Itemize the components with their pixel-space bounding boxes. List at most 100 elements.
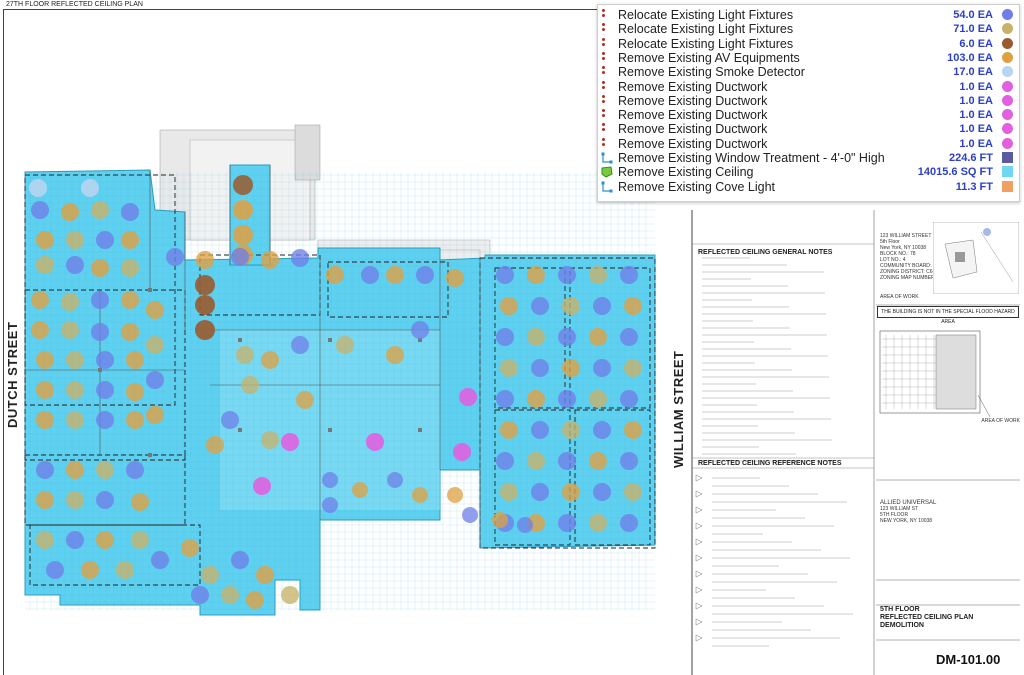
fixture-marker[interactable] — [233, 225, 253, 245]
fixture-marker[interactable] — [146, 301, 164, 319]
fixture-marker[interactable] — [562, 483, 580, 501]
fixture-marker[interactable] — [500, 297, 518, 315]
fixture-marker[interactable] — [322, 497, 338, 513]
fixture-marker[interactable] — [624, 359, 642, 377]
fixture-marker[interactable] — [126, 461, 144, 479]
fixture-marker[interactable] — [131, 493, 149, 511]
fixture-marker[interactable] — [206, 436, 224, 454]
fixture-marker[interactable] — [233, 200, 253, 220]
fixture-marker[interactable] — [281, 586, 299, 604]
fixture-marker[interactable] — [121, 231, 139, 249]
fixture-marker[interactable] — [29, 179, 47, 197]
fixture-marker[interactable] — [624, 297, 642, 315]
fixture-marker[interactable] — [531, 359, 549, 377]
fixture-marker[interactable] — [66, 411, 84, 429]
fixture-marker[interactable] — [146, 406, 164, 424]
fixture-marker[interactable] — [416, 266, 434, 284]
fixture-marker[interactable] — [620, 390, 638, 408]
fixture-marker[interactable] — [256, 566, 274, 584]
fixture-marker[interactable] — [236, 346, 254, 364]
fixture-marker[interactable] — [36, 411, 54, 429]
fixture-marker[interactable] — [589, 328, 607, 346]
fixture-marker[interactable] — [126, 351, 144, 369]
fixture-marker[interactable] — [562, 359, 580, 377]
fixture-marker[interactable] — [131, 531, 149, 549]
fixture-marker[interactable] — [221, 586, 239, 604]
fixture-marker[interactable] — [96, 491, 114, 509]
fixture-marker[interactable] — [462, 507, 478, 523]
fixture-marker[interactable] — [496, 328, 514, 346]
legend-item[interactable]: Remove Existing Cove Light 11.3 FT — [598, 180, 1019, 194]
legend-item[interactable]: Relocate Existing Light Fixtures 71.0 EA — [598, 22, 1019, 36]
fixture-marker[interactable] — [195, 295, 215, 315]
fixture-marker[interactable] — [36, 351, 54, 369]
fixture-marker[interactable] — [558, 514, 576, 532]
fixture-marker[interactable] — [624, 421, 642, 439]
fixture-marker[interactable] — [121, 203, 139, 221]
fixture-marker[interactable] — [500, 483, 518, 501]
legend-item[interactable]: Relocate Existing Light Fixtures 6.0 EA — [598, 37, 1019, 51]
fixture-marker[interactable] — [593, 421, 611, 439]
fixture-marker[interactable] — [261, 251, 279, 269]
fixture-marker[interactable] — [261, 431, 279, 449]
fixture-marker[interactable] — [500, 421, 518, 439]
fixture-marker[interactable] — [91, 259, 109, 277]
fixture-marker[interactable] — [36, 256, 54, 274]
fixture-marker[interactable] — [61, 293, 79, 311]
fixture-marker[interactable] — [126, 383, 144, 401]
fixture-marker[interactable] — [96, 531, 114, 549]
fixture-marker[interactable] — [66, 231, 84, 249]
fixture-marker[interactable] — [66, 381, 84, 399]
fixture-marker[interactable] — [412, 487, 428, 503]
fixture-marker[interactable] — [558, 328, 576, 346]
fixture-marker[interactable] — [231, 248, 249, 266]
fixture-marker[interactable] — [517, 517, 533, 533]
fixture-marker[interactable] — [558, 266, 576, 284]
fixture-marker[interactable] — [96, 461, 114, 479]
legend-item[interactable]: Remove Existing Ductwork 1.0 EA — [598, 108, 1019, 122]
fixture-marker[interactable] — [36, 531, 54, 549]
legend-item[interactable]: Relocate Existing Light Fixtures 54.0 EA — [598, 8, 1019, 22]
fixture-marker[interactable] — [620, 514, 638, 532]
fixture-marker[interactable] — [61, 321, 79, 339]
fixture-marker[interactable] — [531, 483, 549, 501]
fixture-marker[interactable] — [352, 482, 368, 498]
fixture-marker[interactable] — [527, 266, 545, 284]
fixture-marker[interactable] — [453, 443, 471, 461]
fixture-marker[interactable] — [66, 256, 84, 274]
legend-item[interactable]: Remove Existing Window Treatment - 4'-0"… — [598, 151, 1019, 165]
fixture-marker[interactable] — [447, 487, 463, 503]
fixture-marker[interactable] — [531, 297, 549, 315]
fixture-marker[interactable] — [121, 259, 139, 277]
fixture-marker[interactable] — [589, 514, 607, 532]
fixture-marker[interactable] — [589, 452, 607, 470]
fixture-marker[interactable] — [66, 461, 84, 479]
fixture-marker[interactable] — [446, 269, 464, 287]
fixture-marker[interactable] — [558, 452, 576, 470]
fixture-marker[interactable] — [366, 433, 384, 451]
fixture-marker[interactable] — [386, 346, 404, 364]
fixture-marker[interactable] — [492, 512, 508, 528]
fixture-marker[interactable] — [196, 251, 214, 269]
fixture-marker[interactable] — [562, 421, 580, 439]
fixture-marker[interactable] — [121, 291, 139, 309]
fixture-marker[interactable] — [496, 266, 514, 284]
fixture-marker[interactable] — [116, 561, 134, 579]
fixture-marker[interactable] — [36, 491, 54, 509]
fixture-marker[interactable] — [31, 291, 49, 309]
fixture-marker[interactable] — [246, 591, 264, 609]
legend-item[interactable]: Remove Existing AV Equipments 103.0 EA — [598, 51, 1019, 65]
fixture-marker[interactable] — [221, 411, 239, 429]
fixture-marker[interactable] — [593, 297, 611, 315]
fixture-marker[interactable] — [233, 175, 253, 195]
fixture-marker[interactable] — [386, 266, 404, 284]
fixture-marker[interactable] — [291, 249, 309, 267]
fixture-marker[interactable] — [66, 531, 84, 549]
fixture-marker[interactable] — [336, 336, 354, 354]
fixture-marker[interactable] — [81, 561, 99, 579]
fixture-marker[interactable] — [91, 291, 109, 309]
fixture-marker[interactable] — [496, 452, 514, 470]
fixture-marker[interactable] — [96, 231, 114, 249]
fixture-marker[interactable] — [151, 551, 169, 569]
fixture-marker[interactable] — [558, 390, 576, 408]
